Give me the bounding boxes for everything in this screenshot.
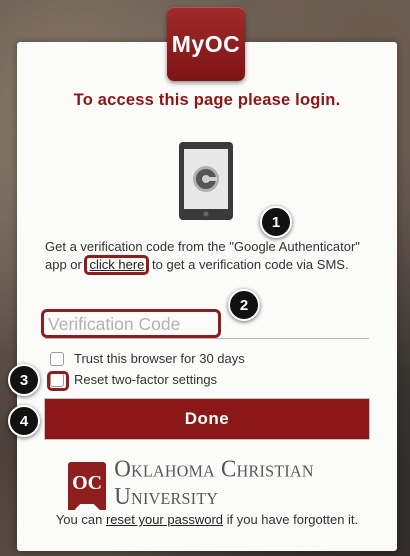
sms-link[interactable]: click here <box>89 257 144 272</box>
university-logo: OC Oklahoma Christian University <box>68 455 410 510</box>
footer-before: You can <box>55 512 106 527</box>
verification-field <box>41 309 369 339</box>
myoc-logo: MyOC <box>167 7 245 81</box>
instructions-text: Get a verification code from the "Google… <box>45 239 365 275</box>
callout-marker-3: 3 <box>8 364 40 396</box>
logo-text: MyOC <box>171 30 241 57</box>
trust-browser-option[interactable]: Trust this browser for 30 days <box>50 351 245 366</box>
callout-marker-1: 1 <box>260 206 292 238</box>
trust-browser-label: Trust this browser for 30 days <box>74 351 245 366</box>
done-button[interactable]: Done <box>45 399 369 439</box>
page-heading: To access this page please login. <box>73 91 341 109</box>
verification-code-input[interactable] <box>48 314 218 335</box>
reset-two-factor-label: Reset two-factor settings <box>74 372 218 387</box>
footer-text: You can reset your password if you have … <box>17 512 397 527</box>
instructions-after: to get a verification code via SMS. <box>148 257 349 272</box>
smartphone-authenticator-icon <box>178 141 234 226</box>
reset-two-factor-option[interactable]: Reset two-factor settings <box>47 370 218 391</box>
oc-mark: OC <box>68 462 107 510</box>
university-name: Oklahoma Christian University <box>114 455 314 510</box>
trust-browser-checkbox[interactable] <box>50 351 64 366</box>
reset-checkbox-highlight <box>47 370 69 391</box>
callout-marker-4: 4 <box>8 405 40 437</box>
callout-marker-2: 2 <box>228 289 260 321</box>
reset-two-factor-checkbox[interactable] <box>47 370 69 391</box>
reset-password-link[interactable]: reset your password <box>106 512 223 527</box>
sms-link-highlight: click here <box>84 255 150 275</box>
footer-after: if you have forgotten it. <box>223 512 359 527</box>
